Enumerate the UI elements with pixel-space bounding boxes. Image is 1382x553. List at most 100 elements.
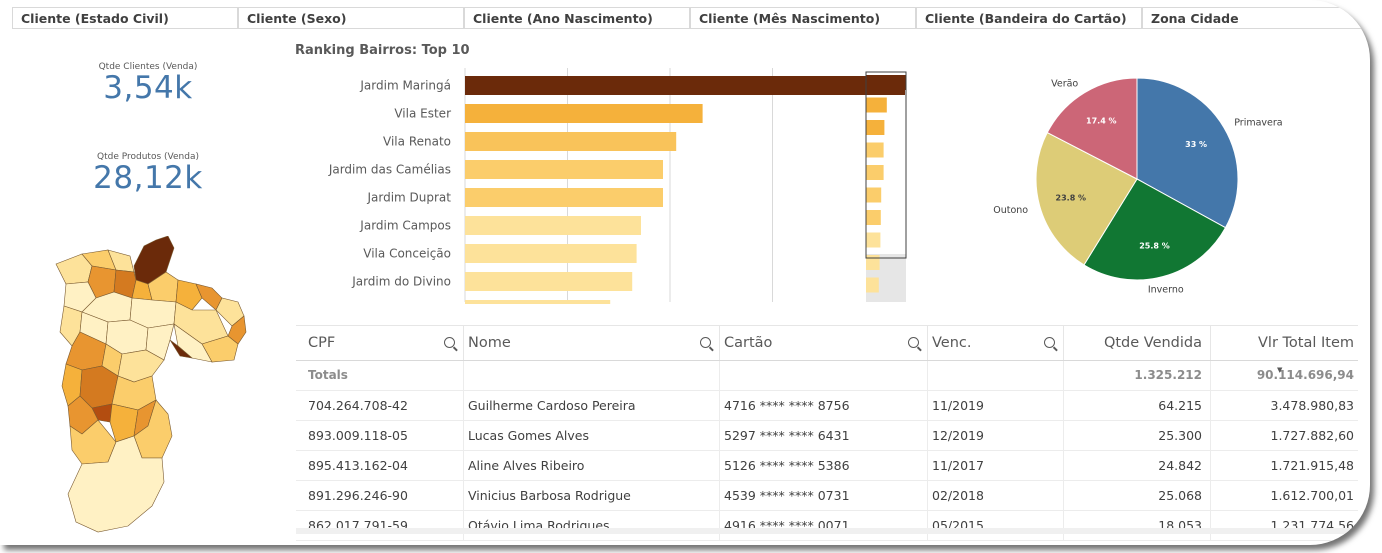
table-row[interactable]: 862.017.791-59 Otávio Lima Rodrigues 491…	[296, 511, 1358, 541]
table-row[interactable]: 895.413.162-04 Aline Alves Ribeiro 5126 …	[296, 451, 1358, 481]
bar[interactable]	[465, 216, 641, 235]
pie-value-label: 33 %	[1185, 140, 1207, 149]
search-icon[interactable]	[908, 337, 919, 348]
cell-cartao: 4716 **** **** 8756	[720, 391, 928, 420]
totals-cell	[720, 361, 928, 390]
pie-category-label: Outono	[993, 205, 1028, 216]
kpi-qtde-produtos[interactable]: Qtde Produtos (Venda) 28,12k	[48, 152, 248, 196]
cell-vlr: 3.478.980,83	[1270, 398, 1355, 413]
neighborhood-map[interactable]	[52, 236, 248, 536]
col-label: Cartão	[724, 335, 773, 351]
kpi-value: 28,12k	[93, 160, 203, 196]
cell-nome: Guilherme Cardoso Pereira	[464, 391, 720, 420]
col-header-venc[interactable]: Venc.	[928, 326, 1064, 360]
filter-zona-cidade[interactable]: Zona Cidade	[1142, 7, 1362, 29]
bar-chart-title: Ranking Bairros: Top 10	[295, 43, 470, 58]
minimap-bar	[866, 165, 884, 180]
filter-ano-nascimento[interactable]: Cliente (Ano Nascimento)	[464, 7, 690, 29]
pie-value-label: 23.8 %	[1056, 193, 1087, 202]
cell-nome: Vinicius Barbosa Rodrigue	[464, 481, 720, 510]
search-icon[interactable]	[444, 337, 455, 348]
sales-table: CPF Nome Cartão Venc. Qtde Vendida Vlr T…	[296, 325, 1358, 541]
table-row[interactable]: 893.009.118-05 Lucas Gomes Alves 5297 **…	[296, 421, 1358, 451]
col-header-qtde-vendida[interactable]: Qtde Vendida	[1064, 326, 1211, 360]
minimap-bar	[866, 187, 882, 203]
filter-pane: Cliente (Estado Civil) Cliente (Sexo) Cl…	[0, 7, 1370, 31]
col-header-cartao[interactable]: Cartão	[720, 326, 928, 360]
bar[interactable]	[465, 244, 637, 263]
bar-category-label: Jardim Maringá	[359, 79, 451, 93]
totals-cell	[464, 361, 720, 390]
cell-cpf: 862.017.791-59	[296, 511, 464, 540]
col-header-nome[interactable]: Nome	[464, 326, 720, 360]
cell-vlr: 1.721.915,48	[1270, 458, 1355, 473]
bar[interactable]	[465, 300, 611, 304]
bar[interactable]	[465, 104, 703, 123]
col-label: CPF	[308, 335, 336, 351]
bar[interactable]	[465, 132, 677, 151]
col-header-vlr-total[interactable]: Vlr Total Item ▼	[1211, 326, 1358, 374]
minimap-bar	[866, 277, 879, 293]
search-icon[interactable]	[1044, 337, 1055, 348]
table-header: CPF Nome Cartão Venc. Qtde Vendida Vlr T…	[296, 325, 1358, 374]
bar[interactable]	[465, 272, 633, 291]
cell-cpf: 704.264.708-42	[296, 391, 464, 420]
bar-category-label: Vila Renato	[383, 135, 451, 149]
cell-qtde: 25.300	[1064, 421, 1211, 450]
bar[interactable]	[465, 188, 663, 207]
sort-descending-icon: ▼	[1277, 366, 1283, 374]
search-icon[interactable]	[700, 337, 711, 348]
cell-qtde: 64.215	[1064, 391, 1211, 420]
cell-nome: Aline Alves Ribeiro	[464, 451, 720, 480]
bar-category-label: Jardim Campos	[359, 219, 451, 233]
pie-category-label: Inverno	[1148, 284, 1184, 295]
cell-venc: 11/2019	[928, 391, 1064, 420]
cell-cartao: 4916 **** **** 0071	[720, 511, 928, 540]
pie-category-label: Verão	[1051, 78, 1078, 89]
minimap-bar	[866, 255, 880, 270]
totals-qtde: 1.325.212	[1064, 361, 1211, 390]
pie-value-label: 17.4 %	[1086, 116, 1117, 125]
bar-category-label: Jardim do Divino	[351, 275, 451, 289]
cell-venc: 05/2015	[928, 511, 1064, 540]
pie-value-label: 25.8 %	[1139, 241, 1170, 250]
bar-chart-ranking-bairros[interactable]: Jardim Maringá Vila Ester Vila Renato Jardi…	[290, 68, 920, 304]
totals-row: Totals 1.325.212 90.114.696,94	[296, 361, 1358, 391]
cell-vlr: 1.727.882,60	[1270, 428, 1355, 443]
kpi-value: 3,54k	[103, 70, 193, 106]
filter-estado-civil[interactable]: Cliente (Estado Civil)	[12, 7, 238, 29]
totals-label: Totals	[296, 361, 464, 390]
cell-qtde: 25.068	[1064, 481, 1211, 510]
col-label: Qtde Vendida	[1103, 335, 1202, 351]
cell-qtde: 24.842	[1064, 451, 1211, 480]
cell-cpf: 893.009.118-05	[296, 421, 464, 450]
totals-vlr: 90.114.696,94	[1256, 368, 1354, 382]
cell-vlr: 1.612.700,01	[1270, 488, 1355, 503]
pie-category-label: Primavera	[1234, 117, 1282, 128]
cell-venc: 02/2018	[928, 481, 1064, 510]
bar-category-label: Vila Ester	[394, 107, 451, 121]
totals-cell	[928, 361, 1064, 390]
cell-venc: 12/2019	[928, 421, 1064, 450]
minimap-bar	[866, 142, 884, 158]
cell-vlr: 1.231.774,56	[1270, 518, 1355, 533]
pie-chart-estacao[interactable]: 33 % Primavera 25.8 % Inverno 23.8 % Outono 17…	[990, 70, 1290, 310]
col-header-cpf[interactable]: CPF	[296, 326, 464, 360]
filter-sexo[interactable]: Cliente (Sexo)	[238, 7, 464, 29]
cell-cpf: 895.413.162-04	[296, 451, 464, 480]
filter-mes-nascimento[interactable]: Cliente (Mês Nascimento)	[690, 7, 916, 29]
col-label: Vlr Total Item	[1258, 335, 1354, 351]
bar[interactable]	[465, 160, 663, 179]
col-label: Venc.	[932, 335, 972, 351]
cell-cartao: 5126 **** **** 5386	[720, 451, 928, 480]
kpi-qtde-clientes[interactable]: Qtde Clientes (Venda) 3,54k	[48, 62, 248, 106]
cell-cartao: 5297 **** **** 6431	[720, 421, 928, 450]
cell-nome: Lucas Gomes Alves	[464, 421, 720, 450]
cell-venc: 11/2017	[928, 451, 1064, 480]
bar[interactable]	[465, 76, 905, 95]
table-horizontal-scrollbar[interactable]	[296, 528, 1358, 534]
bar-category-label: Vila Conceição	[363, 247, 451, 261]
filter-bandeira-cartao[interactable]: Cliente (Bandeira do Cartão)	[916, 7, 1142, 29]
table-row[interactable]: 704.264.708-42 Guilherme Cardoso Pereira…	[296, 391, 1358, 421]
table-row[interactable]: 891.296.246-90 Vinicius Barbosa Rodrigue…	[296, 481, 1358, 511]
